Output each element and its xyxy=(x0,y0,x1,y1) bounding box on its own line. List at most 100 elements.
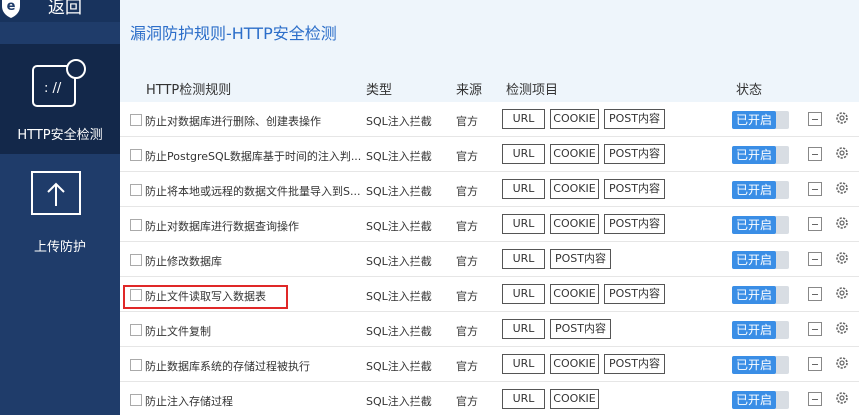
table-header: HTTP检测规则 类型 来源 检测项目 状态 xyxy=(120,66,859,102)
header-rule: HTTP检测规则 xyxy=(146,83,232,98)
rule-type: SQL注入拦截 xyxy=(366,325,432,338)
row-checkbox[interactable] xyxy=(130,114,142,126)
rule-type: SQL注入拦截 xyxy=(366,115,432,128)
detect-item-tag: COOKIE xyxy=(550,284,599,304)
detect-item-tag: URL xyxy=(502,319,545,339)
rule-source: 官方 xyxy=(456,360,478,373)
rule-type: SQL注入拦截 xyxy=(366,220,432,233)
detect-item-tag: URL xyxy=(502,284,545,304)
rule-source: 官方 xyxy=(456,150,478,163)
rule-source: 官方 xyxy=(456,325,478,338)
rule-name: 防止数据库系统的存储过程被执行 xyxy=(145,360,310,373)
collapse-button[interactable] xyxy=(808,182,822,196)
collapse-button[interactable] xyxy=(808,252,822,266)
header-status: 状态 xyxy=(736,83,763,98)
gear-icon[interactable] xyxy=(834,215,850,231)
rule-source: 官方 xyxy=(456,220,478,233)
row-checkbox[interactable] xyxy=(130,184,142,196)
rule-name: 防止对数据库进行删除、创建表操作 xyxy=(145,115,321,128)
status-toggle[interactable]: 已开启 xyxy=(732,111,789,129)
collapse-button[interactable] xyxy=(808,322,822,336)
table-row: 防止文件读取写入数据表 SQL注入拦截 官方 URL COOKIE POST内容 已开启 xyxy=(120,277,859,312)
gear-icon[interactable] xyxy=(834,250,850,266)
row-checkbox[interactable] xyxy=(130,359,142,371)
gear-icon[interactable] xyxy=(834,145,850,161)
table-row: 防止文件复制 SQL注入拦截 官方 URL POST内容 已开启 xyxy=(120,312,859,347)
table-row: 防止数据库系统的存储过程被执行 SQL注入拦截 官方 URL COOKIE POST内容 已… xyxy=(120,347,859,382)
detect-item-tag: URL xyxy=(502,179,545,199)
row-checkbox[interactable] xyxy=(130,149,142,161)
sidebar: e 返回 : // HTTP安全检测 上传防护 xyxy=(0,0,120,415)
rule-type: SQL注入拦截 xyxy=(366,290,432,303)
gear-icon[interactable] xyxy=(834,320,850,336)
detect-item-tag: URL xyxy=(502,109,545,129)
gear-icon[interactable] xyxy=(834,355,850,371)
rule-type: SQL注入拦截 xyxy=(366,185,432,198)
collapse-button[interactable] xyxy=(808,112,822,126)
rule-source: 官方 xyxy=(456,115,478,128)
status-toggle[interactable]: 已开启 xyxy=(732,286,789,304)
detect-item-tag: POST内容 xyxy=(550,319,611,339)
rule-source: 官方 xyxy=(456,255,478,268)
status-label: 已开启 xyxy=(732,251,776,269)
table-row: 防止对数据库进行数据查询操作 SQL注入拦截 官方 URL COOKIE POST内容 已开… xyxy=(120,207,859,242)
table-row: 防止将本地或远程的数据文件批量导入到S... SQL注入拦截 官方 URL COOKIE… xyxy=(120,172,859,207)
detect-item-tag: COOKIE xyxy=(550,214,599,234)
status-label: 已开启 xyxy=(732,356,776,374)
detect-item-tag: URL xyxy=(502,214,545,234)
status-toggle[interactable]: 已开启 xyxy=(732,391,789,409)
collapse-button[interactable] xyxy=(808,392,822,406)
svg-text:e: e xyxy=(7,0,16,14)
row-checkbox[interactable] xyxy=(130,219,142,231)
status-label: 已开启 xyxy=(732,391,776,409)
detect-item-tag: COOKIE xyxy=(550,179,599,199)
detect-item-tag: POST内容 xyxy=(604,354,665,374)
row-checkbox[interactable] xyxy=(130,289,142,301)
svg-text:: //: : // xyxy=(44,81,62,96)
back-label: 返回 xyxy=(48,0,82,18)
rule-type: SQL注入拦截 xyxy=(366,360,432,373)
header-items: 检测项目 xyxy=(506,83,559,98)
row-checkbox[interactable] xyxy=(130,324,142,336)
rule-name: 防止对数据库进行数据查询操作 xyxy=(145,220,299,233)
page-title: 漏洞防护规则-HTTP安全检测 xyxy=(130,24,337,43)
table-row: 防止修改数据库 SQL注入拦截 官方 URL POST内容 已开启 xyxy=(120,242,859,277)
rule-name: 防止文件读取写入数据表 xyxy=(145,290,266,303)
collapse-button[interactable] xyxy=(808,287,822,301)
status-label: 已开启 xyxy=(732,321,776,339)
detect-item-tag: POST内容 xyxy=(604,109,665,129)
back-button[interactable]: e 返回 xyxy=(0,0,120,22)
row-checkbox[interactable] xyxy=(130,254,142,266)
rule-source: 官方 xyxy=(456,185,478,198)
table-row: 防止对数据库进行删除、创建表操作 SQL注入拦截 官方 URL COOKIE POST内容… xyxy=(120,102,859,137)
rule-name: 防止注入存储过程 xyxy=(145,395,233,408)
rule-source: 官方 xyxy=(456,290,478,303)
collapse-button[interactable] xyxy=(808,217,822,231)
sidebar-item-upload[interactable]: 上传防护 xyxy=(0,160,120,270)
sidebar-item-label: 上传防护 xyxy=(33,240,86,255)
sidebar-item-http-security[interactable]: : // HTTP安全检测 xyxy=(0,44,120,154)
web-shield-icon: : // xyxy=(32,59,86,107)
gear-icon[interactable] xyxy=(834,110,850,126)
gear-icon[interactable] xyxy=(834,180,850,196)
sidebar-item-label: HTTP安全检测 xyxy=(17,128,103,143)
status-label: 已开启 xyxy=(732,111,776,129)
detect-item-tag: POST内容 xyxy=(604,179,665,199)
status-label: 已开启 xyxy=(732,146,776,164)
header-source: 来源 xyxy=(456,83,483,98)
status-label: 已开启 xyxy=(732,216,776,234)
status-toggle[interactable]: 已开启 xyxy=(732,356,789,374)
gear-icon[interactable] xyxy=(834,390,850,406)
collapse-button[interactable] xyxy=(808,147,822,161)
collapse-button[interactable] xyxy=(808,357,822,371)
status-toggle[interactable]: 已开启 xyxy=(732,321,789,339)
status-toggle[interactable]: 已开启 xyxy=(732,146,789,164)
detect-item-tag: POST内容 xyxy=(604,144,665,164)
detect-item-tag: COOKIE xyxy=(550,389,599,409)
row-checkbox[interactable] xyxy=(130,394,142,406)
status-toggle[interactable]: 已开启 xyxy=(732,216,789,234)
status-toggle[interactable]: 已开启 xyxy=(732,251,789,269)
detect-item-tag: COOKIE xyxy=(550,109,599,129)
status-toggle[interactable]: 已开启 xyxy=(732,181,789,199)
gear-icon[interactable] xyxy=(834,285,850,301)
